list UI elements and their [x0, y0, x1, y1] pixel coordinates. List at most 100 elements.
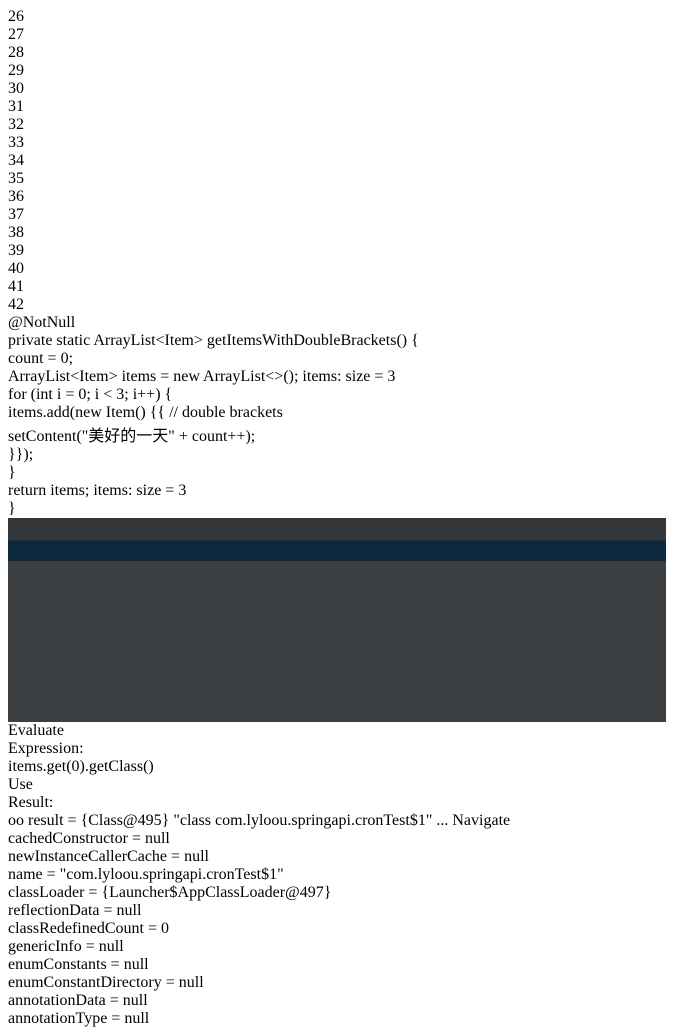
field-name: genericInfo — [8, 938, 82, 955]
line-number[interactable]: 41 — [8, 278, 666, 296]
editor-gutter[interactable]: 26 27 28 29 30 31 32 33 34 35 36 37 38 39 40 41 42 — [8, 8, 666, 314]
line-number[interactable]: 39 — [8, 242, 666, 260]
code-token: i = — [52, 386, 79, 403]
field-value: null — [116, 902, 142, 919]
field-value: null — [122, 992, 148, 1009]
code-area[interactable]: @NotNull private static ArrayList<Item> … — [8, 314, 666, 518]
result-name: result — [28, 812, 64, 829]
field-row[interactable]: classLoader = {Launcher$AppClassLoader@4… — [8, 884, 666, 902]
line-number[interactable]: 42 — [8, 296, 666, 314]
code-token: setContent( — [8, 428, 82, 445]
side-panel-area — [8, 561, 666, 722]
equals-sign: = — [99, 902, 117, 919]
field-text: newInstanceCallerCache = null — [8, 848, 209, 865]
annotation-token: @NotNull — [8, 314, 76, 331]
diamond-token: <> — [265, 368, 284, 385]
field-name: annotationType — [8, 1010, 108, 1027]
field-row[interactable]: reflectionData = null — [8, 902, 666, 920]
type-token: ArrayList — [93, 332, 156, 349]
line-number[interactable]: 28 — [8, 44, 666, 62]
punct-token: ; — [68, 350, 74, 367]
line-number[interactable]: 30 — [8, 80, 666, 98]
equals-sign: = — [42, 866, 60, 883]
result-value: "class com.lyloou.springapi.cronTest$1" — [169, 812, 433, 829]
side-panel-row[interactable] — [8, 518, 666, 540]
result-root-row[interactable]: oo result = {Class@495} "class com.lyloo… — [8, 812, 666, 830]
code-token: ArrayList — [199, 368, 266, 385]
field-value: null — [184, 848, 209, 865]
line-number[interactable]: 38 — [8, 224, 666, 242]
code-token: ; i < — [86, 386, 117, 403]
equals-sign: = — [106, 956, 124, 973]
expression-text: ).getClass — [79, 758, 144, 775]
punct-token: (); — [283, 368, 299, 385]
field-text: name = "com.lyloou.springapi.cronTest$1" — [8, 866, 284, 883]
line-number[interactable]: 26 — [8, 8, 666, 26]
punct-token: ( — [26, 386, 36, 403]
field-value: null — [144, 830, 170, 847]
line-number[interactable]: 29 — [8, 62, 666, 80]
side-panel-row-selected[interactable] — [8, 541, 666, 561]
code-token: ; i++) { — [124, 386, 173, 403]
field-token: count — [8, 350, 44, 367]
field-row[interactable]: cachedConstructor = null — [8, 830, 666, 848]
expression-label: Expression: — [8, 740, 84, 757]
evaluate-dialog: Evaluate Expression: items.get(0).getCla… — [8, 722, 666, 1028]
expression-number: 0 — [71, 758, 80, 775]
comment-token: // double brackets — [165, 404, 283, 421]
field-row[interactable]: name = "com.lyloou.springapi.cronTest$1" — [8, 866, 666, 884]
field-name: cachedConstructor — [8, 830, 128, 847]
code-line-27: private static ArrayList<Item> getItemsW… — [8, 332, 666, 350]
field-row[interactable]: classRedefinedCount = 0 — [8, 920, 666, 938]
result-root-text: result = {Class@495} "class com.lyloou.s… — [28, 812, 510, 829]
field-row[interactable]: enumConstantDirectory = null — [8, 974, 666, 992]
field-text: genericInfo = null — [8, 938, 124, 955]
dialog-title-bar[interactable]: Evaluate — [8, 722, 666, 740]
line-number[interactable]: 34 — [8, 152, 666, 170]
field-value: 0 — [161, 920, 169, 937]
field-value: null — [178, 974, 204, 991]
code-token: + — [174, 428, 192, 445]
field-row[interactable]: annotationType = null — [8, 1010, 666, 1028]
code-line-36: } — [8, 500, 666, 518]
type-token: Item — [79, 368, 109, 385]
line-number[interactable]: 40 — [8, 260, 666, 278]
field-text: enumConstantDirectory = null — [8, 974, 204, 991]
code-token: Item() — [101, 404, 150, 421]
field-value: "com.lyloou.springapi.cronTest$1" — [59, 866, 284, 883]
code-token: ++); — [227, 428, 256, 445]
punct-token: ); — [23, 446, 34, 463]
line-number[interactable]: 31 — [8, 98, 666, 116]
expression-input[interactable]: items.get(0).getClass() — [8, 758, 666, 776]
line-number[interactable]: 35 — [8, 170, 666, 188]
navigate-link[interactable]: ... Navigate — [432, 812, 510, 829]
code-line-31: items.add(new Item() {{ // double bracke… — [8, 404, 666, 422]
punct-token: () { — [396, 332, 419, 349]
field-row[interactable]: annotationData = null — [8, 992, 666, 1010]
field-text: annotationType = null — [8, 1010, 149, 1027]
field-name: name — [8, 866, 43, 883]
brace-token: }} — [8, 446, 24, 463]
keyword-token: for — [8, 386, 27, 403]
keyword-token: return — [8, 482, 47, 499]
code-line-30: for (int i = 0; i < 3; i++) { — [8, 386, 666, 404]
field-text: classLoader = {Launcher$AppClassLoader@4… — [8, 884, 331, 901]
line-number[interactable]: 37 — [8, 206, 666, 224]
code-line-26: @NotNull — [8, 314, 666, 332]
field-list: cachedConstructor = null newInstanceCalle… — [8, 830, 666, 1028]
field-text: annotationData = null — [8, 992, 148, 1009]
line-number[interactable]: 27 — [8, 26, 666, 44]
punct-token: } — [8, 464, 16, 481]
line-number[interactable]: 32 — [8, 116, 666, 134]
code-line-28: count = 0; — [8, 350, 666, 368]
code-editor[interactable]: 26 27 28 29 30 31 32 33 34 35 36 37 38 39 40 41 42 @NotN… — [8, 8, 666, 518]
field-row[interactable]: enumConstants = null — [8, 956, 666, 974]
field-row[interactable]: newInstanceCallerCache = null — [8, 848, 666, 866]
line-number[interactable]: 33 — [8, 134, 666, 152]
field-row[interactable]: genericInfo = null — [8, 938, 666, 956]
method-name-token: getItemsWithDoubleBrackets — [206, 332, 397, 349]
punct-token: = — [43, 350, 61, 367]
line-number[interactable]: 36 — [8, 188, 666, 206]
code-token: > items = — [108, 368, 174, 385]
result-tree[interactable]: oo result = {Class@495} "class com.lyloo… — [8, 812, 666, 1028]
